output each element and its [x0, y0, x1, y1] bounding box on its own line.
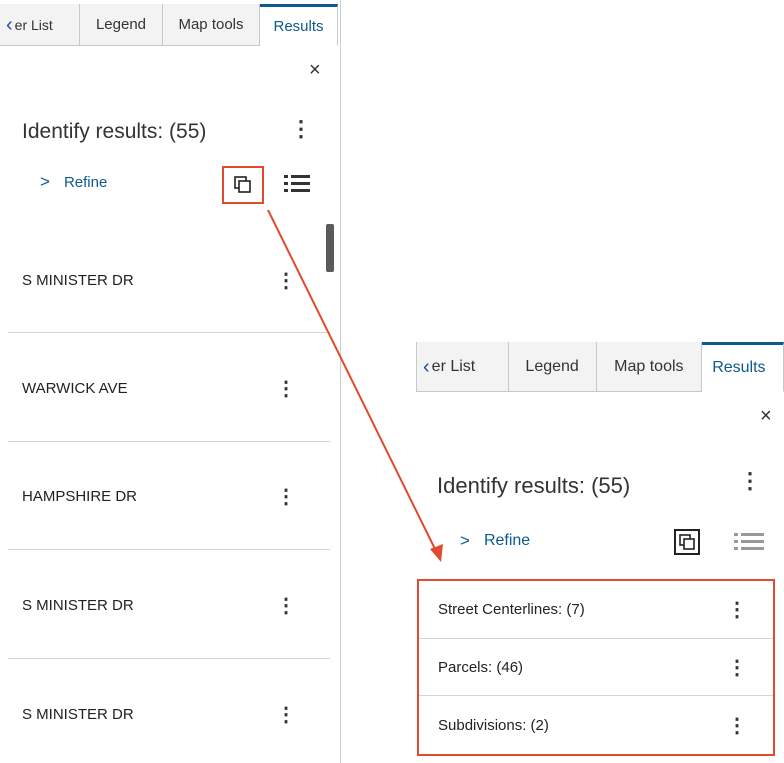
callout-arrow [267, 209, 443, 562]
